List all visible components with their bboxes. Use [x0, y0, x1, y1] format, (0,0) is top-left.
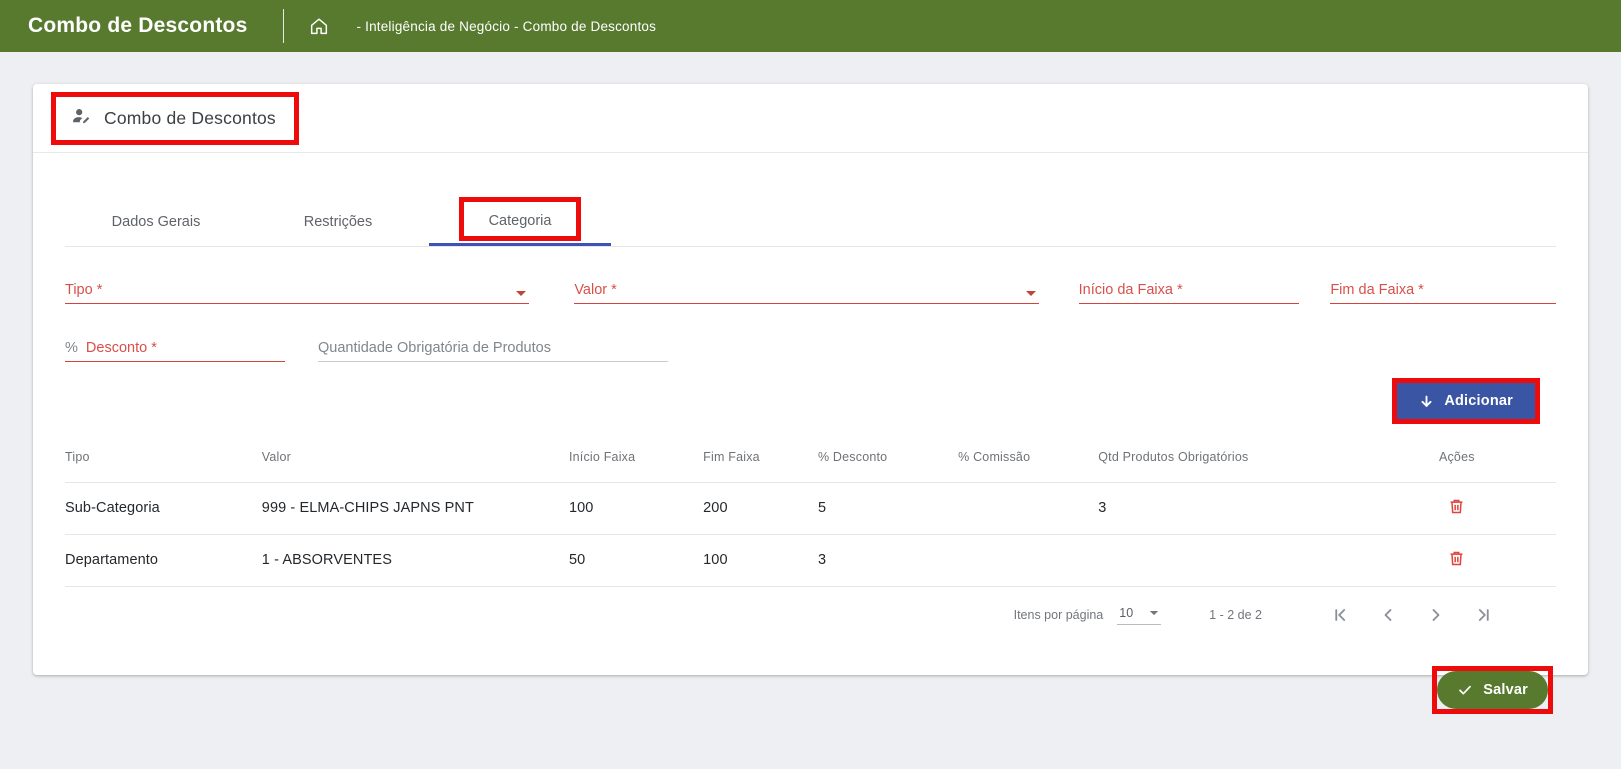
valor-select[interactable]: Valor *	[574, 277, 1038, 304]
desconto-field[interactable]: % Desconto *	[65, 335, 285, 362]
percent-prefix: %	[65, 340, 78, 356]
table-row: Sub-Categoria 999 - ELMA-CHIPS JAPNS PNT…	[65, 482, 1556, 534]
arrow-down-icon	[1419, 394, 1434, 409]
items-per-page-value: 10	[1119, 606, 1133, 620]
col-header-qtd-produtos: Qtd Produtos Obrigatórios	[1098, 432, 1357, 482]
cell-qtd	[1098, 534, 1357, 586]
col-header-acoes: Ações	[1358, 432, 1556, 482]
cell-desconto: 5	[818, 482, 958, 534]
previous-page-button[interactable]	[1378, 605, 1398, 625]
adicionar-button[interactable]: Adicionar	[1397, 383, 1535, 419]
breadcrumb: - Inteligência de Negócio - Combo de Des…	[356, 19, 656, 34]
check-icon	[1457, 682, 1473, 698]
home-icon[interactable]	[308, 15, 330, 37]
adicionar-annotation-box: Adicionar	[1392, 378, 1540, 424]
tab-bar: Dados Gerais Restrições Categoria	[65, 198, 1556, 247]
card-header-divider	[33, 152, 1588, 153]
col-header-comissao: % Comissão	[958, 432, 1098, 482]
tab-categoria[interactable]: Categoria	[429, 198, 611, 246]
quantidade-field[interactable]: Quantidade Obrigatória de Produtos	[318, 335, 668, 362]
top-bar: Combo de Descontos - Inteligência de Neg…	[0, 0, 1621, 52]
col-header-fim-faixa: Fim Faixa	[703, 432, 818, 482]
categorias-table: Tipo Valor Início Faixa Fim Faixa % Desc…	[65, 432, 1556, 587]
form-row-2: % Desconto * Quantidade Obrigatória de P…	[65, 335, 1556, 362]
cell-tipo: Sub-Categoria	[65, 482, 262, 534]
table-row: Departamento 1 - ABSORVENTES 50 100 3	[65, 534, 1556, 586]
col-header-desconto: % Desconto	[818, 432, 958, 482]
cell-tipo: Departamento	[65, 534, 262, 586]
col-header-valor: Valor	[262, 432, 569, 482]
tab-label: Restrições	[304, 214, 373, 230]
items-per-page-select[interactable]: 10	[1117, 604, 1161, 625]
quantidade-placeholder: Quantidade Obrigatória de Produtos	[318, 340, 551, 356]
salvar-button[interactable]: Salvar	[1437, 671, 1548, 709]
cell-inicio: 100	[569, 482, 703, 534]
next-page-button[interactable]	[1426, 605, 1446, 625]
card-header: Combo de Descontos	[65, 84, 1556, 152]
cell-fim: 100	[703, 534, 818, 586]
cell-desconto: 3	[818, 534, 958, 586]
col-header-inicio-faixa: Início Faixa	[569, 432, 703, 482]
cell-valor: 999 - ELMA-CHIPS JAPNS PNT	[262, 482, 569, 534]
combo-descontos-card: Combo de Descontos Dados Gerais Restriçõ…	[33, 84, 1588, 675]
first-page-icon	[1330, 605, 1350, 625]
salvar-annotation-box: Salvar	[1432, 666, 1553, 714]
tab-restricoes[interactable]: Restrições	[247, 198, 429, 246]
last-page-icon	[1474, 605, 1494, 625]
cell-qtd: 3	[1098, 482, 1357, 534]
delete-row-button[interactable]	[1445, 495, 1468, 521]
form-row-1: Tipo * Valor * Início da Faixa * Fim da …	[65, 277, 1556, 304]
desconto-label: Desconto *	[86, 340, 157, 356]
first-page-button[interactable]	[1330, 605, 1350, 625]
add-button-row: Adicionar	[65, 378, 1556, 424]
cell-inicio: 50	[569, 534, 703, 586]
delete-row-button[interactable]	[1445, 547, 1468, 573]
tipo-select[interactable]: Tipo *	[65, 277, 529, 304]
topbar-divider	[283, 9, 284, 43]
card-title-annotation-box: Combo de Descontos	[51, 92, 299, 145]
page-range-label: 1 - 2 de 2	[1209, 608, 1262, 622]
paginator: Itens por página 10 1 - 2 de 2	[65, 587, 1556, 643]
fim-faixa-label: Fim da Faixa *	[1330, 282, 1423, 298]
inicio-faixa-field[interactable]: Início da Faixa *	[1079, 277, 1300, 304]
items-per-page-label: Itens por página	[1014, 608, 1104, 622]
cell-comissao	[958, 534, 1098, 586]
tab-label: Categoria	[489, 213, 552, 229]
col-header-tipo: Tipo	[65, 432, 262, 482]
inicio-faixa-label: Início da Faixa *	[1079, 282, 1183, 298]
person-edit-icon	[70, 105, 92, 132]
tab-label: Dados Gerais	[112, 214, 201, 230]
chevron-down-icon	[1149, 610, 1159, 617]
cell-valor: 1 - ABSORVENTES	[262, 534, 569, 586]
last-page-button[interactable]	[1474, 605, 1494, 625]
trash-icon	[1447, 549, 1466, 568]
card-title: Combo de Descontos	[104, 108, 276, 129]
chevron-down-icon	[515, 290, 527, 298]
salvar-label: Salvar	[1483, 682, 1528, 698]
cell-fim: 200	[703, 482, 818, 534]
tipo-label: Tipo *	[65, 282, 102, 298]
app-title: Combo de Descontos	[28, 14, 247, 38]
table-header-row: Tipo Valor Início Faixa Fim Faixa % Desc…	[65, 432, 1556, 482]
adicionar-label: Adicionar	[1444, 393, 1513, 409]
chevron-left-icon	[1378, 605, 1398, 625]
valor-label: Valor *	[574, 282, 616, 298]
chevron-right-icon	[1426, 605, 1446, 625]
fim-faixa-field[interactable]: Fim da Faixa *	[1330, 277, 1556, 304]
tab-dados-gerais[interactable]: Dados Gerais	[65, 198, 247, 246]
cell-comissao	[958, 482, 1098, 534]
trash-icon	[1447, 497, 1466, 516]
chevron-down-icon	[1025, 290, 1037, 298]
